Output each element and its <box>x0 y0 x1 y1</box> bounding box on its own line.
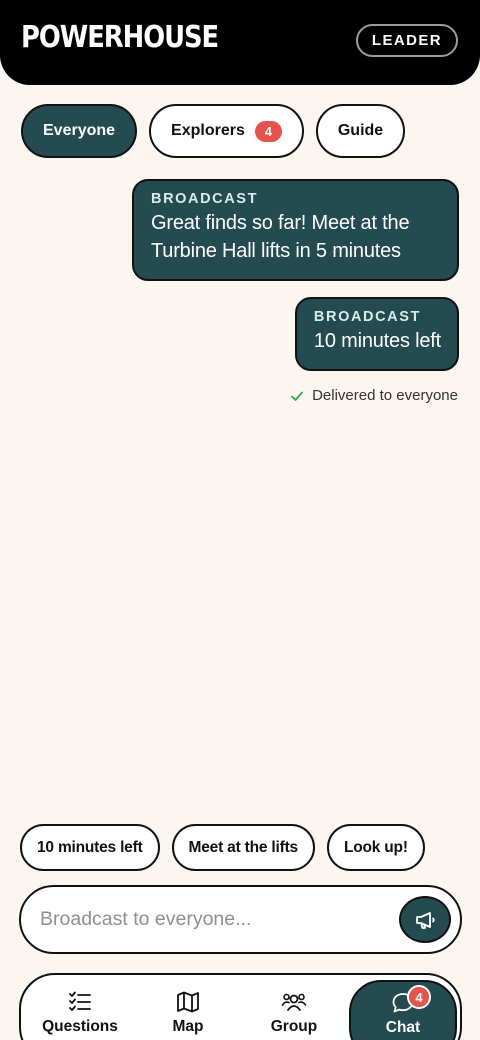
broadcast-message[interactable]: BROADCAST 10 minutes left <box>294 297 459 371</box>
message-body: Great finds so far! Meet at the Turbine … <box>151 212 410 262</box>
nav-label: Chat <box>385 1019 421 1036</box>
quick-reply-chip[interactable]: Look up! <box>326 824 425 871</box>
megaphone-icon <box>416 911 435 929</box>
broadcast-input[interactable] <box>40 902 390 937</box>
delivery-status: Delivered to everyone <box>290 387 458 404</box>
message-kicker: BROADCAST <box>313 309 421 325</box>
tab-explorers[interactable]: Explorers 4 <box>149 104 304 158</box>
nav-label: Questions <box>42 1018 118 1035</box>
tab-label: Guide <box>337 122 384 139</box>
quick-replies: 10 minutes left Meet at the lifts Look u… <box>20 824 425 871</box>
map-icon <box>177 991 199 1013</box>
nav-group[interactable]: Group <box>253 975 335 1040</box>
tab-guide[interactable]: Guide <box>315 104 406 158</box>
tab-label: Everyone <box>43 122 116 139</box>
broadcast-message[interactable]: BROADCAST Great finds so far! Meet at th… <box>132 179 459 281</box>
nav-chat[interactable]: Chat 4 <box>349 980 457 1040</box>
tab-label: Explorers <box>171 122 245 139</box>
delivery-status-text: Delivered to everyone <box>312 387 458 404</box>
quick-reply-chip[interactable]: 10 minutes left <box>20 824 160 871</box>
check-icon <box>291 391 303 401</box>
nav-map[interactable]: Map <box>148 975 228 1040</box>
quick-reply-chip[interactable]: Meet at the lifts <box>171 824 315 871</box>
message-kicker: BROADCAST <box>151 191 259 207</box>
nav-questions[interactable]: Questions <box>35 975 125 1040</box>
nav-label: Map <box>172 1018 204 1035</box>
group-icon <box>281 993 307 1011</box>
checklist-icon <box>69 991 91 1011</box>
message-composer <box>19 885 462 954</box>
chat-unread-badge: 4 <box>407 985 431 1009</box>
tab-everyone[interactable]: Everyone <box>21 104 138 158</box>
audience-tabs: Everyone Explorers 4 Guide <box>21 104 406 158</box>
leader-badge[interactable]: LEADER <box>355 24 458 57</box>
send-broadcast-button[interactable] <box>399 896 451 943</box>
unread-count-badge: 4 <box>254 120 282 142</box>
message-body: 10 minutes left <box>313 330 441 352</box>
app-logo: POWERHOUSE <box>21 20 219 55</box>
bottom-nav: Questions Map Group Chat 4 <box>19 973 462 1040</box>
nav-label: Group <box>270 1018 318 1035</box>
app-header: POWERHOUSE LEADER <box>0 0 480 85</box>
